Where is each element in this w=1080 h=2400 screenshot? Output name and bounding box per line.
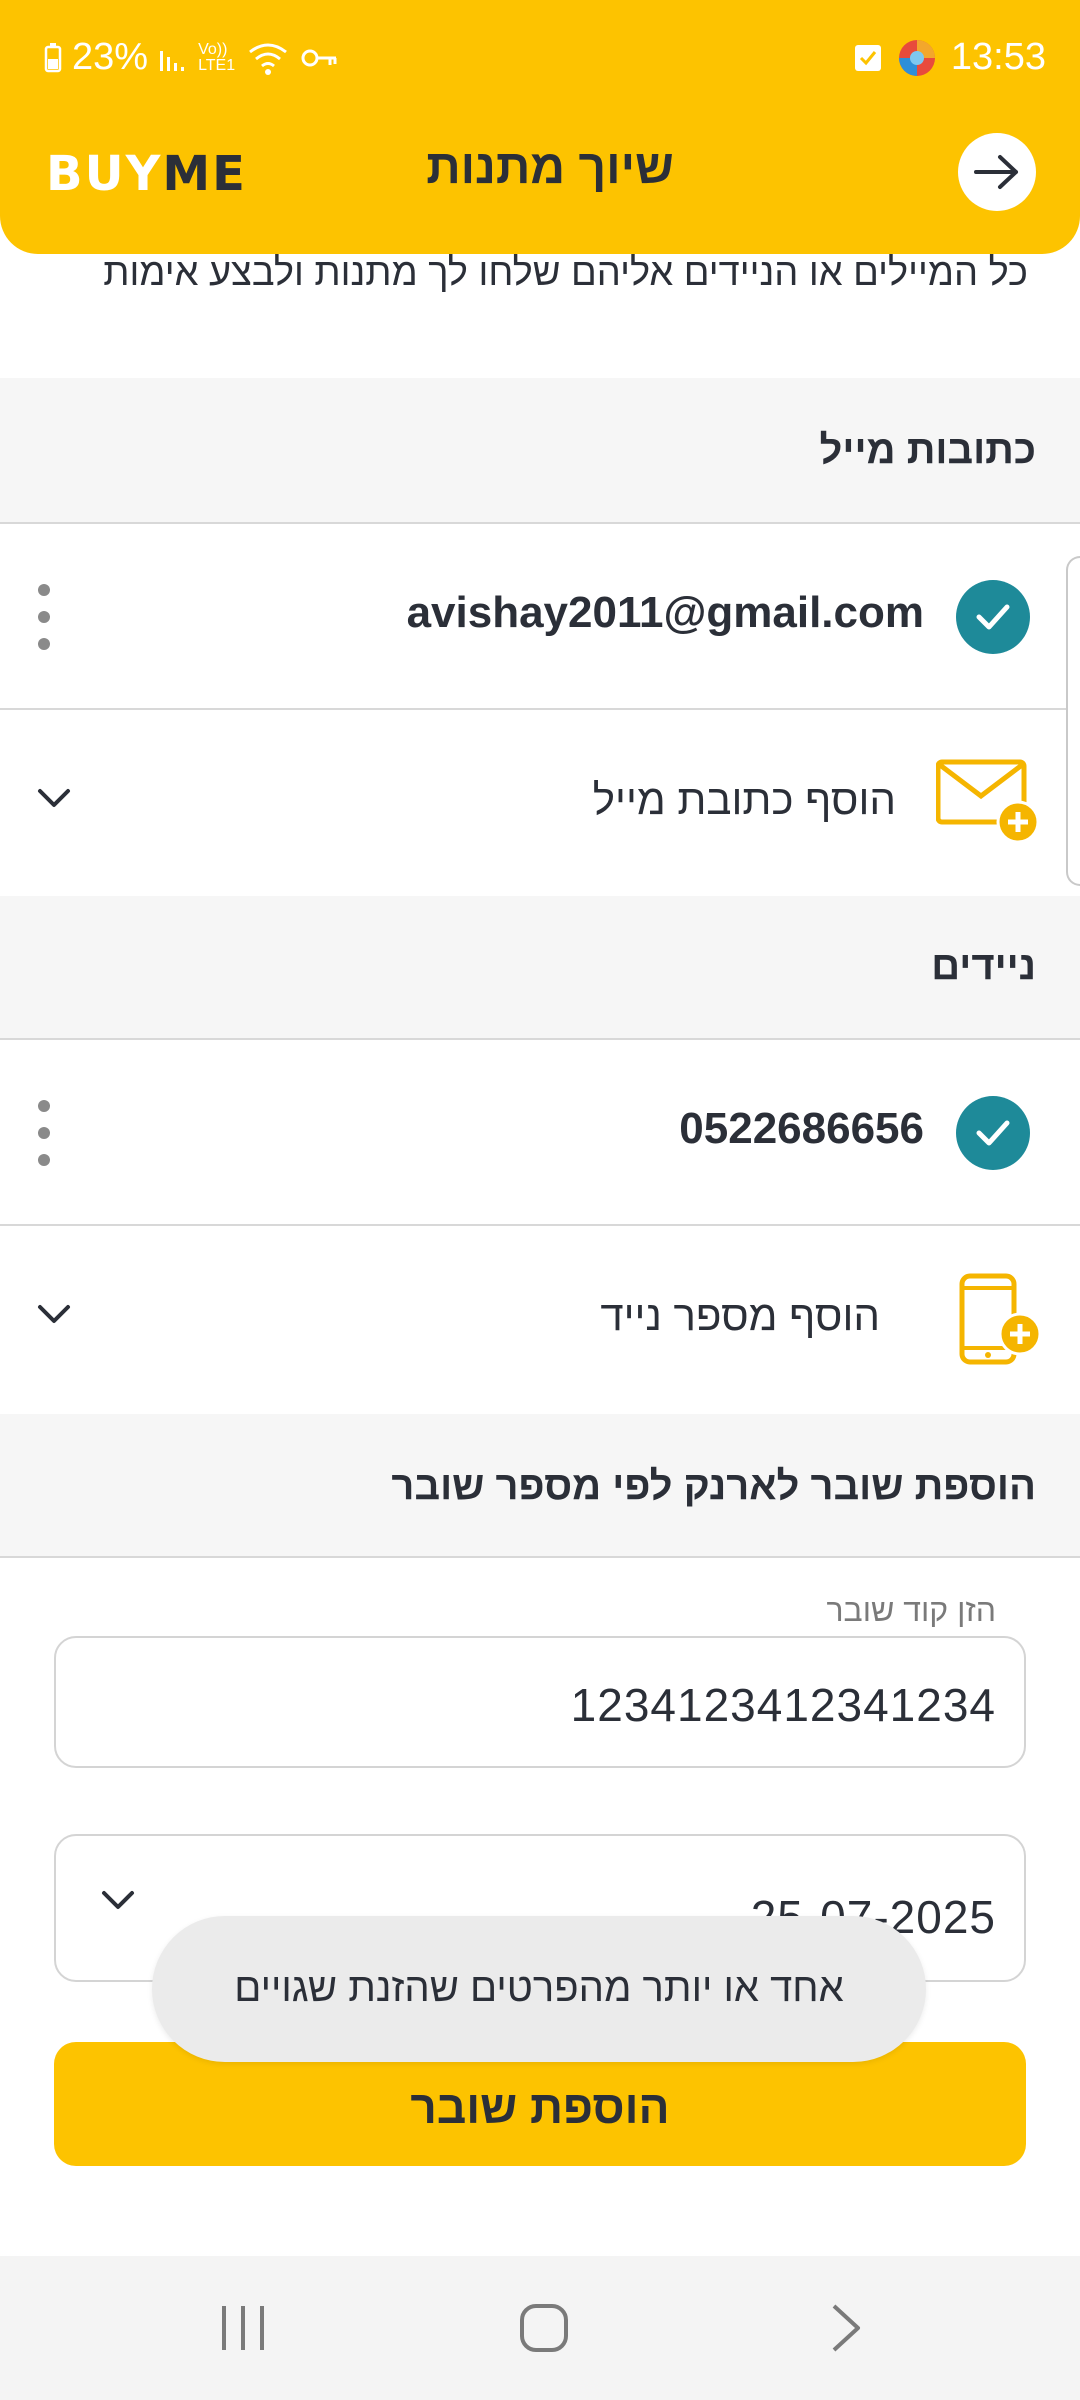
phone-add-icon (959, 1273, 1042, 1365)
page-title: שיוך מתנות (426, 141, 674, 194)
voucher-code-label: הזן קוד שובר (826, 1592, 996, 1628)
voucher-code-value: 1234123412341234 (570, 1679, 996, 1731)
add-phone-row[interactable]: הוסף מספר נייד (0, 1226, 1080, 1412)
error-toast: אחד או יותר מהפרטים שהזנת שגויים (152, 1916, 926, 2062)
signal-icon (160, 50, 185, 71)
back-button[interactable] (958, 133, 1036, 211)
intro-text: כל המיילים או הניידים אליהם שלחו לך מתנו… (103, 252, 1028, 294)
battery-percent: 23% (72, 36, 149, 78)
clock: 13:53 (950, 36, 1046, 78)
app-notification-icon (898, 39, 935, 76)
phone-kebab-menu-icon[interactable] (34, 1100, 54, 1166)
verified-email: avishay2011@gmail.com (406, 588, 924, 637)
buyme-logo: BUYME (46, 146, 247, 202)
chevron-down-icon[interactable] (36, 1302, 72, 1326)
voucher-code-input[interactable]: 1234123412341234 (54, 1636, 1026, 1768)
network-label: Vo)) LTE1 (198, 40, 236, 74)
voucher-section-header: הוספת שובר לארנק לפי מספר שובר (0, 1414, 1080, 1558)
chevron-down-icon (102, 1891, 134, 1909)
email-kebab-menu-icon[interactable] (34, 584, 54, 650)
logo-buy-text: BUY (46, 146, 163, 202)
verified-phone-row: 0522686656 (0, 1040, 1080, 1226)
verified-check-icon (956, 580, 1030, 654)
add-voucher-label: הוספת שובר (410, 2081, 670, 2133)
phones-heading: ניידים (931, 944, 1036, 988)
error-toast-text: אחד או יותר מהפרטים שהזנת שגויים (234, 1966, 844, 2010)
back-nav-icon[interactable] (828, 2302, 864, 2354)
vpn-key-icon (301, 49, 337, 66)
verified-check-icon (956, 1096, 1030, 1170)
email-add-icon (936, 759, 1040, 844)
home-icon[interactable] (518, 2302, 570, 2354)
verified-email-row: avishay2011@gmail.com (0, 524, 1080, 710)
side-panel-handle[interactable] (1066, 556, 1080, 886)
emails-heading: כתובות מייל (819, 428, 1036, 472)
back-arrow-icon (974, 155, 1018, 189)
notification-check-icon (854, 44, 881, 71)
verified-phone: 0522686656 (679, 1104, 924, 1153)
recent-apps-icon[interactable] (218, 2302, 268, 2354)
logo-me-text: ME (162, 146, 247, 202)
battery-icon (44, 42, 62, 72)
add-email-label: הוסף כתובת מייל (592, 776, 896, 823)
add-phone-label: הוסף מספר נייד (600, 1292, 880, 1339)
wifi-icon (249, 43, 287, 75)
status-bar: 23% Vo)) LTE1 13:53 (44, 36, 1046, 90)
phones-section-header: ניידים (0, 896, 1080, 1040)
emails-section-header: כתובות מייל (0, 378, 1080, 524)
add-email-row[interactable]: הוסף כתובת מייל (0, 710, 1080, 896)
system-nav-bar (0, 2256, 1080, 2400)
chevron-down-icon[interactable] (36, 786, 72, 810)
voucher-heading: הוספת שובר לארנק לפי מספר שובר (391, 1464, 1036, 1508)
app-header: 23% Vo)) LTE1 13:53 BUYME שיוך מתנות (0, 0, 1080, 254)
